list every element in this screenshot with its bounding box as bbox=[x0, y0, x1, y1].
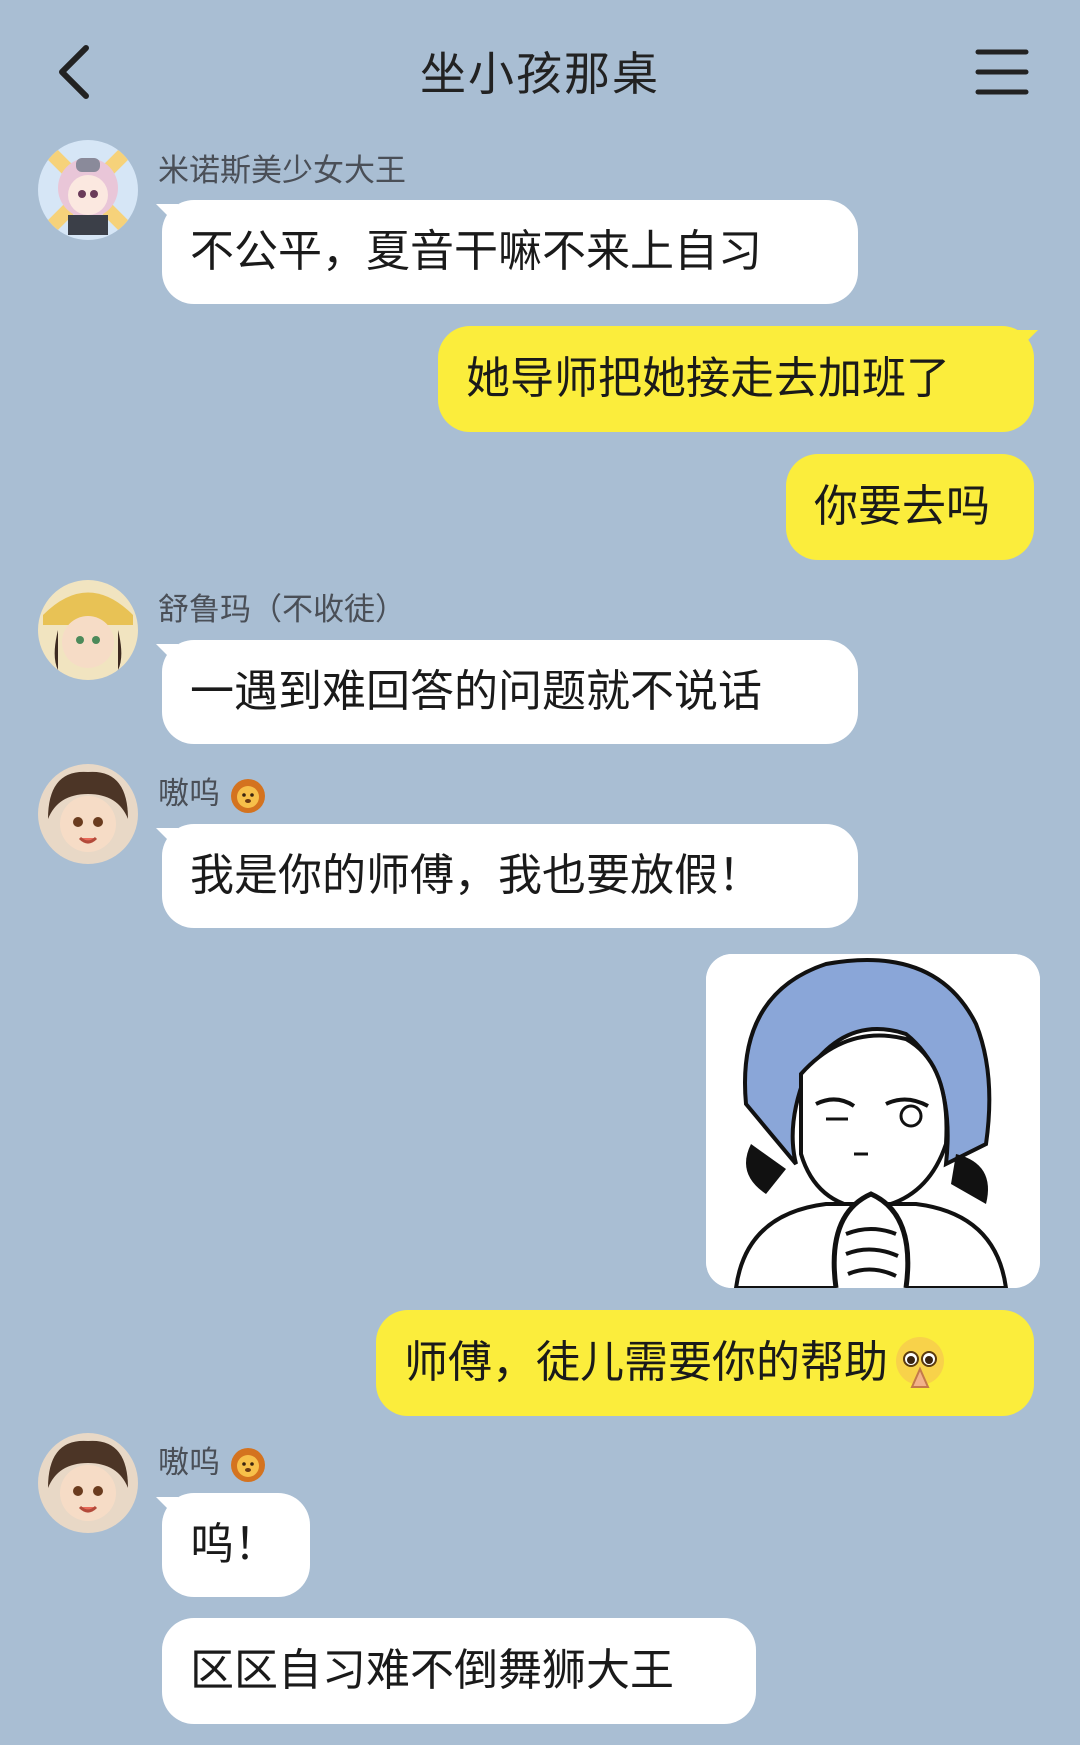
sender-name: 舒鲁玛（不收徒） bbox=[158, 592, 406, 628]
message-text: 区区自习难不倒舞狮大王 bbox=[190, 1645, 674, 1696]
praying-girl-sticker[interactable] bbox=[706, 954, 1040, 1288]
avatar[interactable] bbox=[38, 764, 138, 864]
message-text: 你要去吗 bbox=[814, 481, 990, 532]
sender-name: 米诺斯美少女大王 bbox=[158, 153, 406, 189]
message-bubble-outgoing[interactable]: 你要去吗 bbox=[786, 454, 1034, 560]
message-text: 师傅，徒儿需要你的帮助 bbox=[404, 1337, 888, 1388]
message-text: 我是你的师傅，我也要放假！ bbox=[190, 850, 762, 901]
chat-title: 坐小孩那桌 bbox=[420, 47, 660, 101]
message-bubble-outgoing[interactable]: 她导师把她接走去加班了 bbox=[438, 326, 1034, 432]
avatar[interactable] bbox=[38, 140, 138, 240]
chat-header: 坐小孩那桌 bbox=[0, 0, 1080, 140]
message-text: 呜！ bbox=[190, 1519, 278, 1570]
message-text: 她导师把她接走去加班了 bbox=[466, 353, 950, 404]
message-bubble-incoming[interactable]: 呜！ bbox=[162, 1493, 310, 1597]
message-bubble-incoming[interactable]: 我是你的师傅，我也要放假！ bbox=[162, 824, 858, 928]
sender-name: 嗷呜 bbox=[158, 1437, 266, 1483]
menu-button[interactable] bbox=[974, 44, 1030, 100]
message-text: 一遇到难回答的问题就不说话 bbox=[190, 666, 762, 717]
message-bubble-incoming[interactable]: 区区自习难不倒舞狮大王 bbox=[162, 1618, 756, 1724]
lion-face-emoji bbox=[230, 1447, 265, 1482]
pleading-face-with-folded-hands-emoji bbox=[896, 1337, 944, 1388]
message-text: 不公平，夏音干嘛不来上自习 bbox=[190, 226, 762, 277]
lion-face-emoji bbox=[230, 778, 265, 813]
message-bubble-incoming[interactable]: 一遇到难回答的问题就不说话 bbox=[162, 640, 858, 744]
message-bubble-outgoing[interactable]: 师傅，徒儿需要你的帮助 bbox=[376, 1310, 1034, 1416]
avatar[interactable] bbox=[38, 1433, 138, 1533]
message-bubble-incoming[interactable]: 不公平，夏音干嘛不来上自习 bbox=[162, 200, 858, 304]
avatar[interactable] bbox=[38, 580, 138, 680]
hamburger-menu-icon bbox=[975, 49, 1029, 95]
sender-name: 嗷呜 bbox=[158, 768, 266, 814]
